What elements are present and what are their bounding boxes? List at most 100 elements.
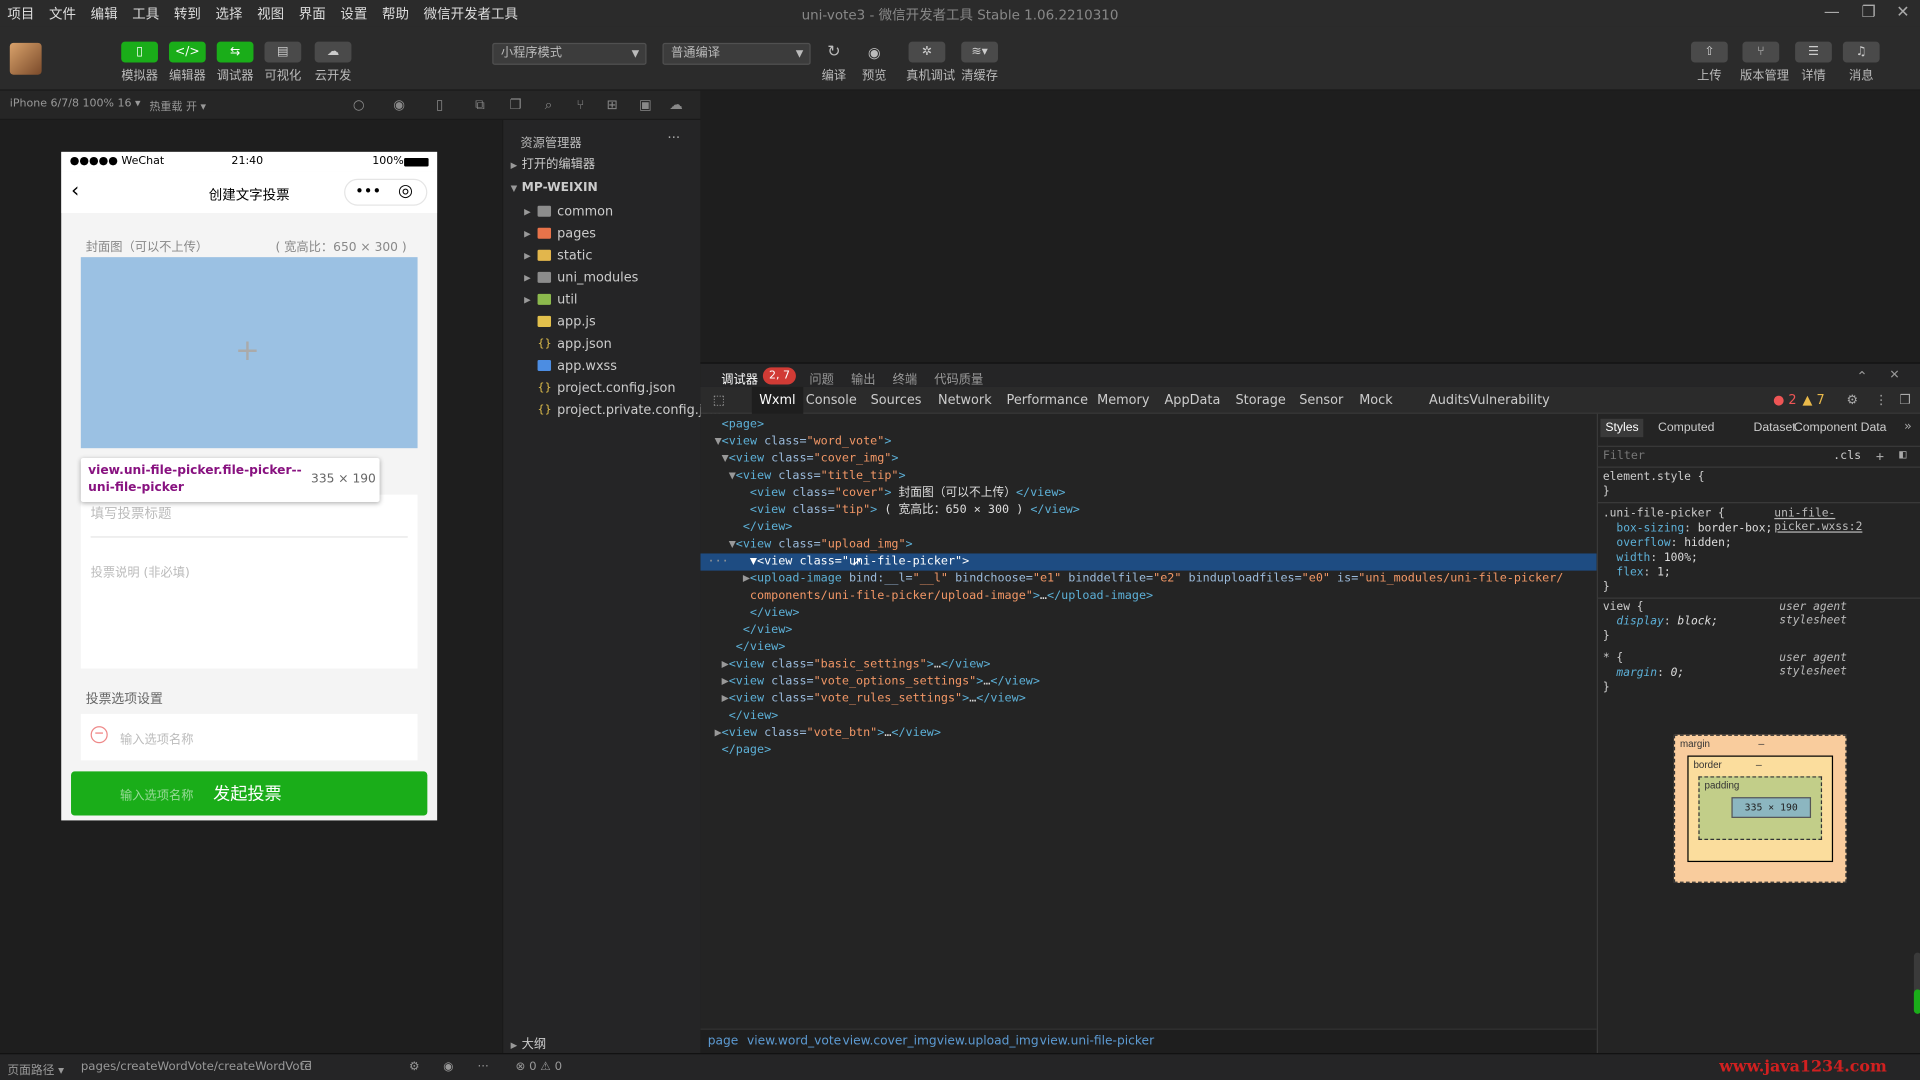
copy-icon[interactable]: ❐ [507, 97, 524, 114]
tree-node[interactable]: </view> [700, 622, 1596, 639]
compile-button[interactable]: ↻ 编译 [813, 42, 855, 83]
title-input[interactable]: 填写投票标题 [91, 503, 172, 523]
tab-wxml[interactable]: Wxml [751, 386, 803, 414]
avatar[interactable] [9, 42, 42, 75]
eye-icon[interactable]: ◉ [443, 1060, 453, 1073]
remove-option-icon[interactable]: − [90, 726, 108, 744]
cloud-icon[interactable]: ☁ [667, 97, 684, 114]
crumb-page[interactable]: page [708, 1035, 739, 1048]
tab-computed[interactable]: Computed [1653, 419, 1719, 437]
gear-icon[interactable]: ⚙ [1839, 387, 1865, 414]
menu-item-help[interactable]: 帮助 [375, 4, 417, 24]
tab-styles[interactable]: Styles [1600, 418, 1644, 438]
tree-node[interactable]: </view> [700, 639, 1596, 656]
tab-storage[interactable]: Storage [1228, 387, 1293, 414]
tab-appdata[interactable]: AppData [1157, 387, 1228, 414]
more-icon[interactable]: ··· [667, 130, 680, 146]
tab-memory[interactable]: Memory [1090, 387, 1157, 414]
crumb-upload-img[interactable]: view.upload_img [937, 1035, 1039, 1048]
mode-select[interactable]: 小程序模式 ▼ [492, 42, 647, 65]
tree-node[interactable]: <view class="tip"> ( 宽高比：650 × 300 ) </v… [700, 502, 1596, 519]
visual-button[interactable]: ▤ 可视化 [262, 41, 304, 83]
copy-icon[interactable]: ❐ [301, 1060, 312, 1073]
tab-sensor[interactable]: Sensor [1292, 387, 1351, 414]
window-icon[interactable]: ⧉ [471, 97, 488, 114]
tree-item-app-wxss[interactable]: app.wxss [503, 355, 701, 377]
kebab-icon[interactable]: ⋮ [1867, 387, 1895, 414]
tree-item-app-js[interactable]: app.js [503, 311, 701, 333]
crumb-word-vote[interactable]: view.word_vote [747, 1035, 841, 1048]
menu-item-devtools[interactable]: 微信开发者工具 [416, 4, 525, 24]
open-editors[interactable]: ▶ 打开的编辑器 [503, 154, 701, 176]
tree-item-uni-modules[interactable]: ▶ uni_modules [503, 267, 701, 289]
tab-debugger[interactable]: 调试器 [721, 369, 758, 386]
crumb-file-picker[interactable]: view.uni-file-picker [1040, 1035, 1155, 1048]
clear-cache-button[interactable]: ≋▾ 清缓存 [959, 41, 1001, 83]
chevron-right-icon[interactable]: » [1904, 420, 1911, 433]
menu-item-file[interactable]: 文件 [42, 4, 84, 24]
menu-item-interface[interactable]: 界面 [291, 4, 333, 24]
details-button[interactable]: ☰ 详情 [1793, 41, 1835, 83]
compile-select[interactable]: 普通编译 ▼ [662, 42, 811, 65]
gear-icon[interactable]: ⚙ [409, 1060, 420, 1073]
tab-output[interactable]: 输出 [851, 369, 875, 386]
upload-button[interactable]: ⇧ 上传 [1689, 41, 1731, 83]
device-select[interactable]: iPhone 6/7/8 100% 16 ▾ [10, 98, 141, 110]
preview-button[interactable]: ◉ 预览 [853, 42, 895, 83]
version-button[interactable]: ⑂ 版本管理 [1740, 41, 1789, 83]
close-icon[interactable]: ✕ [1889, 369, 1899, 382]
inspect-icon[interactable]: ⬚ [705, 387, 732, 414]
menu-item-select[interactable]: 选择 [208, 4, 250, 24]
tree-node[interactable]: </view> [700, 519, 1596, 536]
close-icon[interactable]: ✕ [1893, 4, 1913, 24]
menu-item-project[interactable]: 项目 [0, 4, 42, 24]
new-rule-icon[interactable]: ◧ [1899, 448, 1906, 461]
tree-node[interactable]: components/uni-file-picker/upload-image"… [700, 588, 1596, 605]
menu-item-tools[interactable]: 工具 [125, 4, 167, 24]
tree-node[interactable]: ▶<view class="basic_settings">…</view> [700, 656, 1596, 673]
tree-item-pages[interactable]: ▶ pages [503, 223, 701, 245]
messages-button[interactable]: ♫ 消息 [1840, 41, 1882, 83]
extensions-icon[interactable]: ⊞ [604, 97, 621, 114]
maximize-icon[interactable]: ❐ [1859, 4, 1879, 24]
crumb-cover-img[interactable]: view.cover_img [842, 1035, 936, 1048]
tab-network[interactable]: Network [931, 387, 999, 414]
tree-node[interactable]: ▼<view class="title_tip"> [700, 468, 1596, 485]
tab-component-data[interactable]: Component Data [1789, 419, 1891, 437]
submit-button[interactable]: 输入选项名称 发起投票 [71, 771, 428, 816]
tree-node[interactable]: </view> [700, 708, 1596, 725]
branch-icon[interactable]: ⑂ [572, 97, 589, 114]
tree-item-common[interactable]: ▶ common [503, 201, 701, 223]
tree-node[interactable]: <page> [700, 416, 1596, 433]
file-picker[interactable]: + [80, 257, 418, 449]
description-textarea[interactable]: 投票说明 (非必填) [91, 562, 190, 580]
panel-icon[interactable]: ▣ [637, 97, 654, 114]
tree-node[interactable]: ▼<view class="upload_img"> [700, 536, 1596, 553]
tree-item-app-json[interactable]: {} app.json [503, 333, 701, 355]
editor-button[interactable]: </> 编辑器 [167, 41, 209, 83]
search-icon[interactable]: ⌕ [540, 97, 557, 114]
cls-toggle[interactable]: .cls [1833, 449, 1861, 462]
tree-item-static[interactable]: ▶ static [503, 245, 701, 267]
option-input[interactable]: 输入选项名称 [120, 729, 193, 746]
more-icon[interactable]: ··· [478, 1060, 489, 1073]
rotate-icon[interactable]: ○ [350, 97, 367, 114]
record-icon[interactable]: ◉ [391, 97, 408, 114]
tree-node[interactable]: ▶<view class="vote_rules_settings">…</vi… [700, 691, 1596, 708]
tab-terminal[interactable]: 终端 [893, 369, 917, 386]
menu-item-goto[interactable]: 转到 [167, 4, 209, 24]
tree-item-project-config-json[interactable]: {} project.config.json [503, 377, 701, 399]
scrollbar[interactable] [1913, 952, 1920, 1014]
problem-counts[interactable]: ⊗ 0 ⚠ 0 [516, 1060, 563, 1073]
tree-node[interactable]: ▶<view class="vote_options_settings">…</… [700, 673, 1596, 690]
filter-input[interactable]: Filter [1603, 449, 1645, 462]
plus-icon[interactable]: + [1876, 448, 1884, 464]
tab-performance[interactable]: Performance [999, 387, 1095, 414]
tree-node[interactable]: ▼<view class="cover_img"> [700, 451, 1596, 468]
tab-problems[interactable]: 问题 [809, 369, 833, 386]
warning-count[interactable]: ▲ 7 [1795, 387, 1832, 414]
tree-node-selected[interactable]: ··· ▼<view class="uni-file-picker"> [700, 553, 1597, 571]
tree-node[interactable]: </page> [700, 742, 1596, 759]
tree-item-util[interactable]: ▶ util [503, 289, 701, 311]
tree-node[interactable]: ▶<view class="vote_btn">…</view> [700, 725, 1596, 742]
